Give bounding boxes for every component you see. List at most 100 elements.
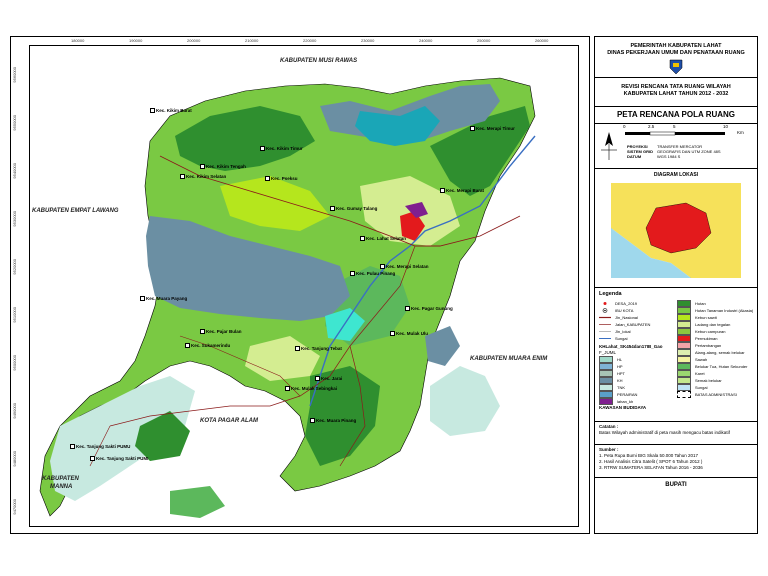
legend-item: DESA_2019 [599, 300, 675, 307]
legend-item: Kebun campuran [677, 328, 755, 335]
diagram-title: DIAGRAM LOKASI [653, 172, 699, 178]
district-label[interactable]: Kec. Pajar Bulan [200, 329, 242, 334]
legend-item: IBU KOTA [599, 307, 675, 314]
subtitle-box: REVISI RENCANA TATA RUANG WILAYAH KABUPA… [595, 78, 757, 107]
legend-item: Kebun sawit [677, 314, 755, 321]
legend-item: Ladang dan tegalan [677, 321, 755, 328]
kawasan-label: KAWASAN BUDIDAYA [599, 405, 647, 410]
top-coord-label: 240000 [419, 38, 433, 43]
district-label[interactable]: Kec. Kikim Tengah [200, 164, 246, 169]
scale-bar [625, 131, 725, 136]
district-label[interactable]: Kec. Muara Pinang [310, 418, 356, 423]
forest-patch-bottom [170, 486, 225, 518]
district-label[interactable]: Kec. Sukamerindu [185, 343, 230, 348]
scale-box: 0 2.5 5 10 Km PROYEKSI TRANSFER MERCATOR SISTE… [595, 124, 757, 169]
map-title: PETA RENCANA POLA RUANG [616, 110, 736, 119]
legend-item: HL [599, 356, 675, 363]
signature-box: BUPATI [595, 478, 757, 532]
source-item: 3. RTRW SUMATERA SELATAN Tahun 2016 - 20… [599, 465, 703, 470]
district-label[interactable]: Kec. Pagar Gunung [405, 306, 453, 311]
left-coord-label: 9550000 [12, 115, 17, 131]
map-title-box: PETA RENCANA POLA RUANG [595, 107, 757, 124]
scale-tick-label: 5 [673, 124, 676, 129]
projection-row: DATUM WGS 1984 S [627, 154, 681, 159]
left-coord-label: 9560000 [12, 67, 17, 83]
legend-item-batas: BATAS ADMINISTRASI [677, 391, 755, 398]
top-coord-label: 210000 [245, 38, 259, 43]
region-label-southwest-1: KABUPATEN [42, 476, 79, 482]
legend-item: TNK [599, 384, 675, 391]
district-label[interactable]: Kec. Tanjung Sakti PUMU [70, 444, 130, 449]
region-label-east: KABUPATEN MUARA ENIM [470, 356, 548, 362]
bupati-label: BUPATI [665, 482, 687, 488]
district-label[interactable]: Kec. Muara Payang [140, 296, 187, 301]
left-coord-label: 9500000 [12, 355, 17, 371]
map-frame: 180000 190000 200000 210000 220000 230000 2400… [10, 36, 590, 534]
left-coord-label: 9520000 [12, 259, 17, 275]
legend-item: Hutan [677, 300, 755, 307]
legend-right-column: Hutan Hutan Tanaman Industri (Akasia) Kebu… [677, 300, 755, 398]
left-coord-label: 9480000 [12, 451, 17, 467]
legend-item: Karet [677, 370, 755, 377]
location-diagram-map [611, 183, 741, 278]
left-coord-label: 9470000 [12, 499, 17, 515]
scale-tick-label: 10 [723, 124, 729, 129]
district-label[interactable]: Kec. Gumay Talang [330, 206, 377, 211]
district-label[interactable]: Kec. Mulak Ulu [390, 331, 428, 336]
notes-box: Catatan : Batas Wilayah administratif di… [595, 422, 757, 445]
district-label[interactable]: Kec. Kikim Barat [150, 108, 192, 113]
legend-item: Belukar Tua, Hutan Sekunder [677, 363, 755, 370]
region-label-north: KABUPATEN MUSI RAWAS [280, 58, 358, 64]
protect-zone-se [430, 366, 500, 436]
region-label-south: KOTA PAGAR ALAM [200, 418, 258, 424]
legend-item: Alang-alang, semak belukar [677, 349, 755, 356]
legend-left-column: DESA_2019 IBU KOTA Jln_Nasional Jalan_KABUP… [599, 300, 675, 411]
district-label[interactable]: Kec. Tanjung Sakti PUMI [90, 456, 148, 461]
legend-item: Jln_lokal [599, 329, 631, 334]
subtitle-line-1: REVISI RENCANA TATA RUANG WILAYAH [621, 84, 731, 90]
legend-item: HP [599, 363, 675, 370]
top-coord-label: 190000 [129, 38, 143, 43]
district-label[interactable]: Kec. Merapi Timur [470, 126, 515, 131]
legend-item: Hutan Tanaman Industri (Akasia) [677, 307, 755, 314]
legend-box: Legenda DESA_2019 IBU KOTA Jln_Nasional Jal… [595, 288, 757, 422]
catatan-text: Batas Wilayah administratif di peta masi… [599, 430, 730, 435]
source-box: Sumber : 1. Peta Rupa Bumi BIG Skala 50.… [595, 445, 757, 478]
regency-emblem-icon [669, 59, 683, 75]
scale-tick-label: 2.5 [648, 124, 655, 129]
region-label-west: KABUPATEN EMPAT LAWANG [32, 208, 119, 214]
projection-info: PROYEKSI TRANSFER MERCATOR SISTEM GRID GEOG… [627, 144, 755, 159]
land-use-map [39, 77, 536, 518]
legend-item: Sawah [677, 356, 755, 363]
legend-item: Jalan_KABUPATEN [599, 322, 651, 327]
legend-item: Sungai [677, 384, 755, 391]
district-label[interactable]: Kec. Jarai [315, 376, 342, 381]
legend-item: Pertambangan [677, 342, 755, 349]
district-label[interactable]: Kec. Tanjung Tebat [295, 346, 342, 351]
district-label[interactable]: Kec. Lahat Selatan [360, 236, 406, 241]
top-coord-label: 180000 [71, 38, 85, 43]
legend-item: Sungai [599, 336, 628, 341]
district-label[interactable]: Kec. Kikim Selatan [180, 174, 226, 179]
header-line-2: DINAS PEKERJAAN UMUM DAN PENATAAN RUANG [607, 50, 745, 56]
north-arrow-icon [601, 132, 617, 160]
header-box: PEMERINTAH KABUPATEN LAHAT DINAS PEKERJA… [595, 37, 757, 78]
left-coord-label: 9530000 [12, 211, 17, 227]
district-label[interactable]: Kec. Mulak Sebingkai [285, 386, 337, 391]
legend-item: KH [599, 377, 675, 384]
scale-tick-label: 0 [623, 124, 626, 129]
district-label[interactable]: Kec. Merapi Barat [440, 188, 484, 193]
top-coord-label: 250000 [477, 38, 491, 43]
left-coord-label: 9490000 [12, 403, 17, 419]
legend-title: Legenda [599, 291, 622, 297]
district-label[interactable]: Kec. Merapi Selatan [380, 264, 429, 269]
top-coord-label: 220000 [303, 38, 317, 43]
legend-item: HPT [599, 370, 675, 377]
subtitle-line-2: KABUPATEN LAHAT TAHUN 2012 - 2032 [623, 91, 729, 97]
district-label[interactable]: Kec. Pseksu [265, 176, 298, 181]
district-label[interactable]: Kec. Pulau Pinang [350, 271, 395, 276]
location-diagram-box: DIAGRAM LOKASI [595, 169, 757, 288]
district-label[interactable]: Kec. Kikim Timur [260, 146, 303, 151]
map-canvas[interactable]: KABUPATEN MUSI RAWAS KABUPATEN EMPAT LAW… [29, 45, 579, 527]
legend-item: Semak belukar [677, 377, 755, 384]
